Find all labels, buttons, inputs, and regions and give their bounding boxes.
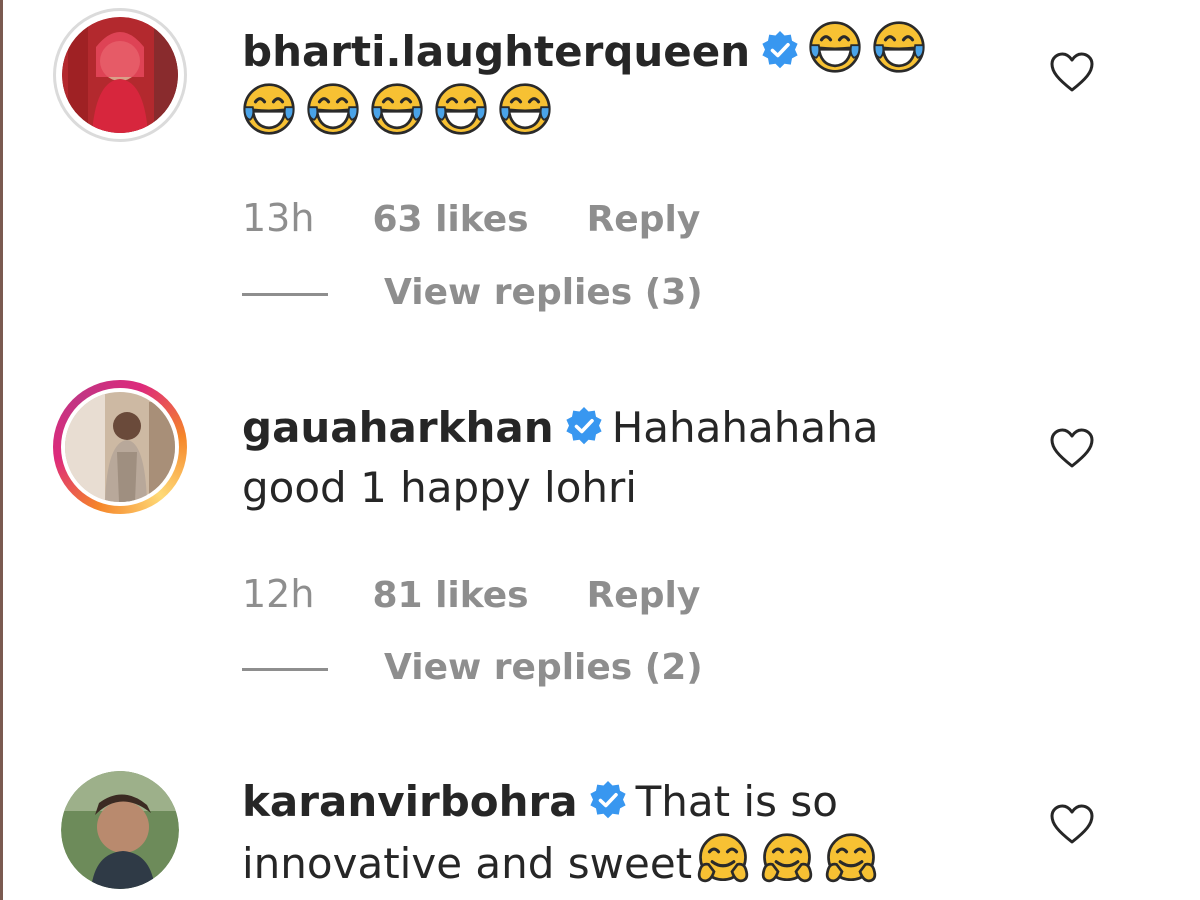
comment-text: bharti.laughterqueen — [242, 20, 962, 144]
joy-emoji-icon — [242, 82, 296, 136]
joy-emoji-icon — [872, 20, 926, 74]
view-replies[interactable]: View replies (3) — [242, 272, 703, 313]
joy-emoji-icon — [808, 20, 862, 74]
avatar[interactable] — [53, 380, 187, 514]
comment-time: 13h — [242, 196, 315, 240]
username[interactable]: gauaharkhan — [242, 403, 554, 452]
username[interactable]: bharti.laughterqueen — [242, 27, 750, 76]
heart-outline-icon[interactable] — [1048, 50, 1096, 94]
username[interactable]: karanvirbohra — [242, 777, 578, 826]
joy-emoji-icon — [434, 82, 488, 136]
view-replies[interactable]: View replies (2) — [242, 647, 703, 688]
joy-emoji-icon — [306, 82, 360, 136]
reply-button[interactable]: Reply — [587, 575, 701, 616]
window-edge — [0, 0, 3, 900]
joy-emoji-icon — [370, 82, 424, 136]
avatar[interactable] — [53, 8, 187, 142]
avatar-photo — [61, 771, 179, 889]
likes-count[interactable]: 63 likes — [372, 199, 528, 240]
hugging-emoji-icon — [696, 832, 750, 886]
replies-divider — [242, 292, 328, 296]
comment-meta: 12h 81 likes Reply — [242, 572, 700, 616]
comment-meta: 13h 63 likes Reply — [242, 196, 700, 240]
comment-text: gauaharkhan Hahahahaha good 1 happy lohri — [242, 398, 962, 518]
heart-outline-icon[interactable] — [1048, 426, 1096, 470]
view-replies-label[interactable]: View replies (2) — [384, 647, 703, 688]
hugging-emoji-icon — [824, 832, 878, 886]
likes-count[interactable]: 81 likes — [372, 575, 528, 616]
joy-emoji-icon — [498, 82, 552, 136]
avatar-photo — [65, 392, 175, 502]
verified-badge-icon — [760, 30, 800, 70]
comment-time: 12h — [242, 572, 315, 616]
replies-divider — [242, 667, 328, 671]
verified-badge-icon — [564, 406, 604, 446]
comment-text: karanvirbohra That is so innovative and s… — [242, 772, 962, 894]
hugging-emoji-icon — [760, 832, 814, 886]
verified-badge-icon — [588, 780, 628, 820]
heart-outline-icon[interactable] — [1048, 802, 1096, 846]
avatar-photo — [62, 17, 178, 133]
reply-button[interactable]: Reply — [587, 199, 701, 240]
avatar[interactable] — [53, 763, 187, 897]
view-replies-label[interactable]: View replies (3) — [384, 272, 703, 313]
